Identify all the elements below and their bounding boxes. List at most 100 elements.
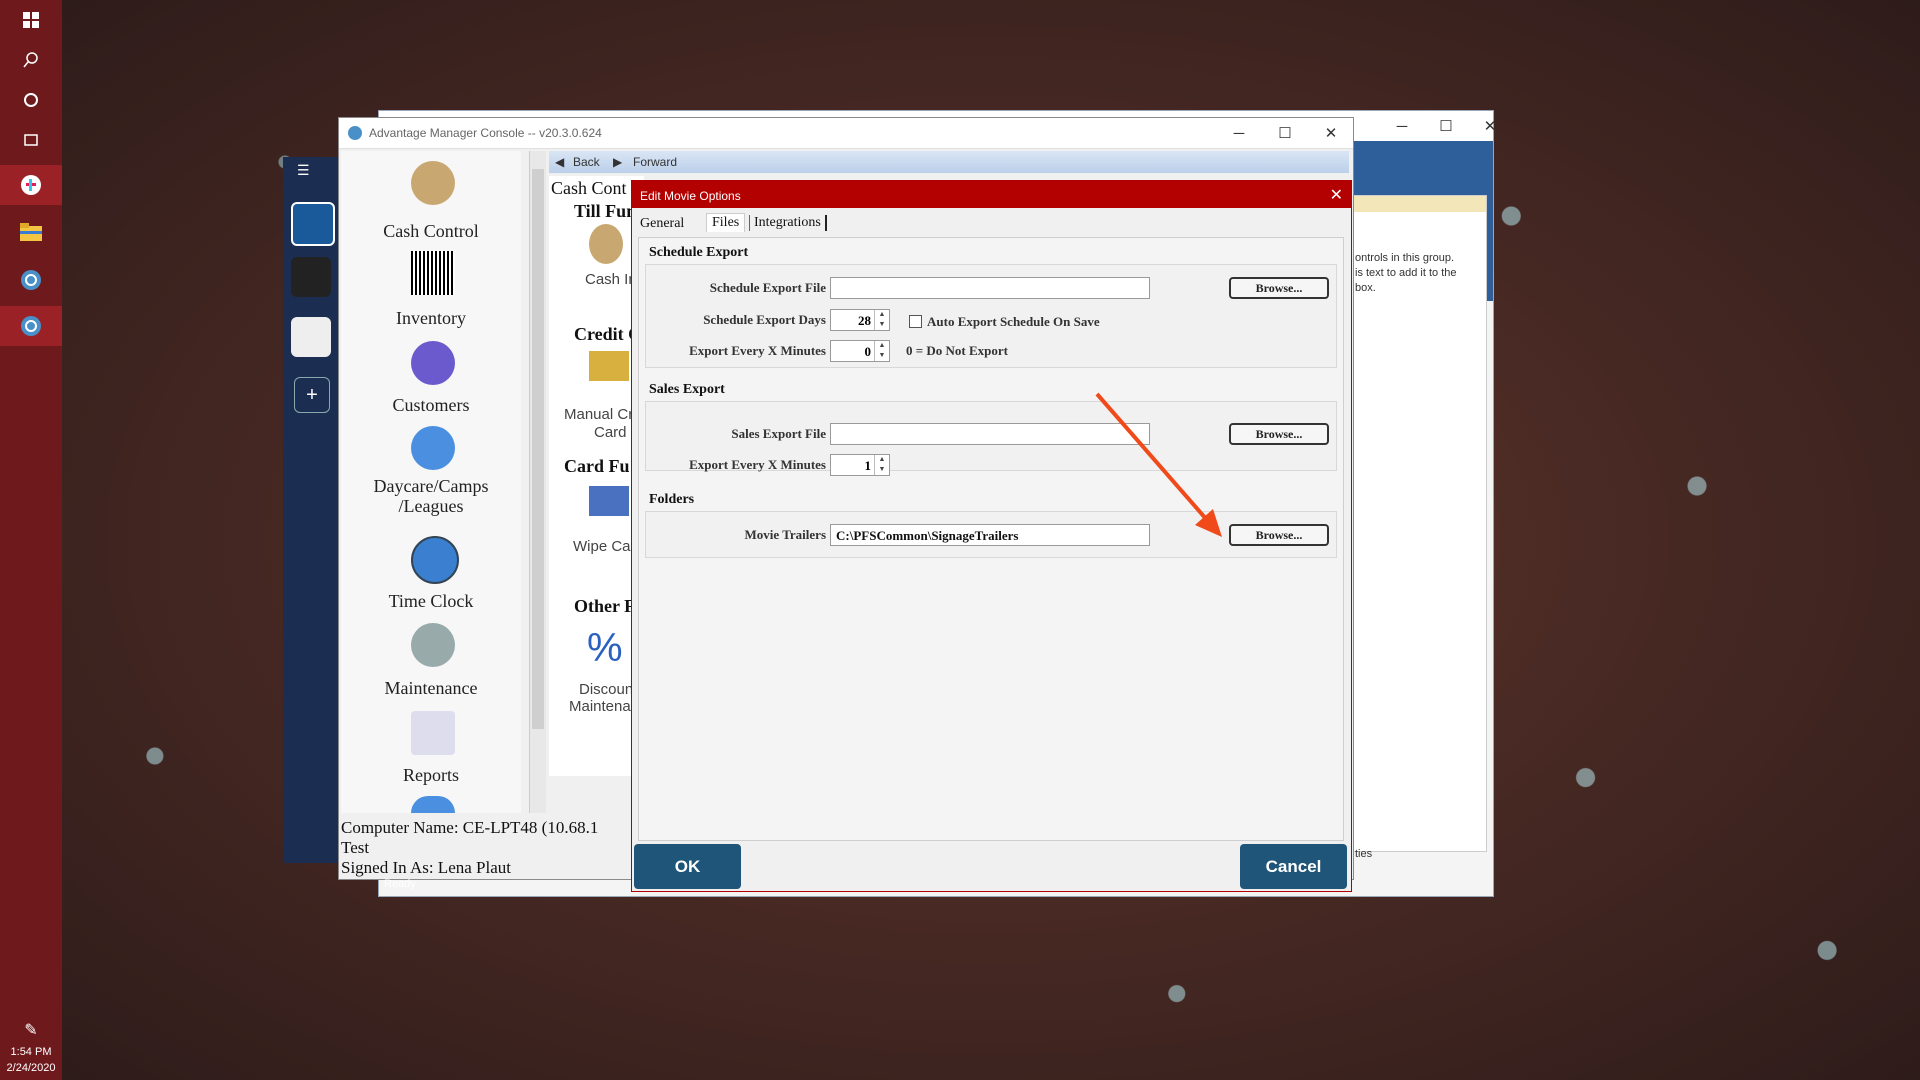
sales-export-file-input[interactable] — [830, 423, 1150, 445]
barcode-icon[interactable] — [411, 251, 455, 295]
spin-arrows-icon[interactable]: ▲ ▼ — [874, 341, 889, 361]
sales-export-browse-button[interactable]: Browse... — [1229, 423, 1329, 445]
auto-export-label[interactable]: Auto Export Schedule On Save — [927, 314, 1100, 330]
schedule-export-browse-button[interactable]: Browse... — [1229, 277, 1329, 299]
movie-trailers-input[interactable]: C:\PFSCommon\SignageTrailers — [830, 524, 1150, 546]
money-bag-icon[interactable] — [411, 161, 455, 205]
clock-time: 1:54 PM — [10, 1046, 52, 1058]
clock-date: 2/24/2020 — [6, 1062, 56, 1074]
discount-label[interactable]: Discoun — [579, 681, 633, 698]
other-section: Other F — [574, 596, 636, 616]
schedule-export-minutes-value[interactable]: 0 — [865, 344, 872, 360]
close-icon[interactable]: ✕ — [1330, 185, 1343, 205]
back-button[interactable]: Back — [573, 155, 600, 169]
spin-arrows-icon[interactable]: ▲ ▼ — [874, 310, 889, 330]
schedule-export-days-stepper[interactable]: 28 ▲ ▼ — [830, 309, 890, 331]
properties-panel: ontrols in this group. is text to add it… — [1350, 195, 1487, 860]
back-icon[interactable]: ◀ — [555, 155, 564, 169]
scroll-thumb[interactable] — [532, 169, 544, 729]
close-icon[interactable]: ✕ — [1308, 118, 1354, 148]
discount-label-2[interactable]: Maintenan — [569, 698, 639, 715]
schedule-export-days-value[interactable]: 28 — [858, 313, 871, 329]
manual-credit-label[interactable]: Manual Cr — [564, 406, 633, 423]
main-window-titlebar: Advantage Manager Console -- v20.3.0.624… — [339, 118, 1353, 149]
content-area: Cash Cont Till Fun Cash In Credit C Manu… — [549, 176, 644, 776]
minimize-icon[interactable]: ─ — [1216, 118, 1262, 148]
tab-general[interactable]: General — [640, 216, 684, 232]
dialog-title: Edit Movie Options — [640, 189, 741, 203]
folders-group: Movie Trailers C:\PFSCommon\SignageTrail… — [645, 511, 1337, 558]
search-icon[interactable] — [0, 40, 62, 80]
hint-line-1: ontrols in this group. — [1355, 252, 1455, 264]
folders-header: Folders — [649, 492, 695, 507]
app-icon-1[interactable] — [0, 260, 62, 300]
maximize-icon[interactable]: ☐ — [1262, 118, 1308, 148]
nav-time-clock[interactable]: Time Clock — [341, 591, 521, 612]
report-icon[interactable] — [411, 711, 455, 755]
manual-credit-label-2[interactable]: Card — [594, 424, 627, 441]
nav-maintenance[interactable]: Maintenance — [341, 678, 521, 699]
task-view-icon[interactable] — [0, 120, 62, 160]
sales-export-minutes-label: Export Every X Minutes — [689, 457, 826, 472]
panel-header — [1351, 196, 1486, 212]
schedule-export-header: Schedule Export — [649, 245, 749, 260]
windows-icon[interactable] — [0, 0, 62, 40]
spin-arrows-icon[interactable]: ▲ ▼ — [874, 455, 889, 475]
minimize-icon[interactable]: ─ — [1379, 111, 1425, 141]
auto-export-checkbox[interactable] — [909, 315, 922, 328]
movie-trailers-browse-button[interactable]: Browse... — [1229, 524, 1329, 546]
sales-export-minutes-value[interactable]: 1 — [865, 458, 872, 474]
sales-export-group: Sales Export File Browse... Export Every… — [645, 401, 1337, 476]
app-logo-icon[interactable] — [291, 202, 335, 246]
file-explorer-icon[interactable] — [0, 212, 62, 252]
menu-icon[interactable]: ☰ — [297, 162, 310, 179]
forward-button[interactable]: Forward — [633, 155, 677, 169]
properties-label: ties — [1355, 848, 1373, 860]
manual-credit-icon[interactable] — [589, 351, 629, 381]
nav-daycare[interactable]: Daycare/Camps /Leagues — [341, 476, 521, 516]
clock-icon[interactable] — [411, 536, 459, 584]
ok-button[interactable]: OK — [634, 844, 741, 889]
gear-icon[interactable] — [411, 623, 455, 667]
help-icon[interactable] — [411, 796, 455, 813]
cash-in-label[interactable]: Cash In — [585, 271, 637, 288]
maximize-icon[interactable]: ☐ — [1423, 111, 1469, 141]
cancel-button[interactable]: Cancel — [1240, 844, 1347, 889]
nav-customers[interactable]: Customers — [341, 395, 521, 416]
close-icon[interactable]: ✕ — [1467, 111, 1513, 141]
navigation-bar: ◀ Back ▶ Forward — [549, 151, 1349, 173]
cortana-icon[interactable] — [0, 80, 62, 120]
wipe-card-label[interactable]: Wipe Car — [573, 538, 636, 555]
schedule-export-minutes-stepper[interactable]: 0 ▲ ▼ — [830, 340, 890, 362]
pen-icon[interactable]: ✎ — [0, 1010, 62, 1050]
nav-cash-control[interactable]: Cash Control — [341, 221, 521, 242]
docs-icon[interactable] — [291, 317, 331, 357]
status-info: Computer Name: CE-LPT48 (10.68.1 Test Si… — [341, 818, 641, 878]
nav-scrollbar[interactable] — [529, 151, 546, 813]
minutes-hint: 0 = Do Not Export — [906, 343, 1009, 358]
app-icon-2[interactable] — [0, 306, 62, 346]
person-blue-icon[interactable] — [411, 426, 455, 470]
person-purple-icon[interactable] — [411, 341, 455, 385]
sales-export-minutes-stepper[interactable]: 1 ▲ ▼ — [830, 454, 890, 476]
taskbar: ✎ 1:54 PM 2/24/2020 — [0, 0, 62, 1080]
slack-icon[interactable] — [0, 165, 62, 205]
schedule-export-file-input[interactable] — [830, 277, 1150, 299]
forward-icon[interactable]: ▶ — [613, 155, 622, 169]
nav-inventory[interactable]: Inventory — [341, 308, 521, 329]
files-tab-page: Schedule Export Schedule Export File Bro… — [638, 237, 1344, 841]
wipe-card-icon[interactable] — [589, 486, 629, 516]
movie-trailers-label: Movie Trailers — [744, 527, 826, 542]
sales-export-file-label: Sales Export File — [731, 426, 826, 441]
cash-in-icon[interactable] — [589, 224, 623, 264]
discount-icon[interactable]: % — [587, 626, 631, 670]
schedule-export-days-label: Schedule Export Days — [703, 312, 826, 327]
add-icon[interactable]: + — [294, 377, 330, 413]
computer-name: Computer Name: CE-LPT48 (10.68.1 — [341, 818, 599, 837]
nav-reports[interactable]: Reports — [341, 765, 521, 786]
tab-files[interactable]: Files — [706, 213, 746, 232]
schedule-export-file-label: Schedule Export File — [709, 280, 826, 295]
tab-integrations[interactable]: Integrations — [749, 215, 827, 231]
signed-in-user: Signed In As: Lena Plaut — [341, 858, 511, 877]
army-icon[interactable] — [291, 257, 331, 297]
